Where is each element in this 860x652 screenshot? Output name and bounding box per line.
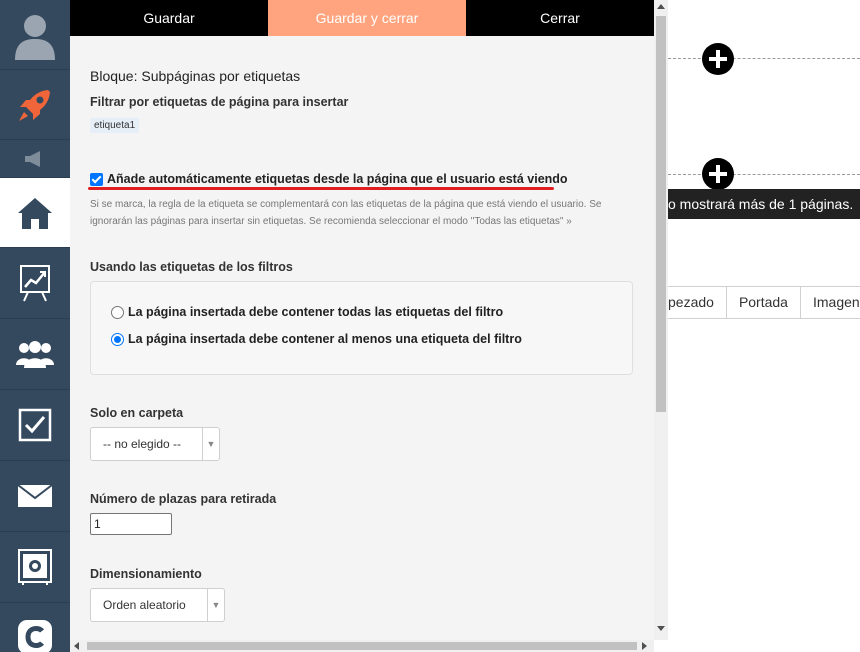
save-and-close-button[interactable]: Guardar y cerrar (268, 0, 466, 36)
radio-option-any[interactable]: La página insertada debe contener al men… (111, 332, 522, 346)
chart-board-icon (20, 265, 50, 302)
seats-label: Número de plazas para retirada (90, 492, 277, 506)
add-block-icon[interactable] (702, 158, 734, 190)
save-button[interactable]: Guardar (70, 0, 268, 36)
chevron-down-icon: ▼ (207, 589, 224, 621)
vertical-scroll-thumb[interactable] (656, 16, 666, 412)
sidebar (0, 0, 70, 652)
c-logo-icon (18, 620, 52, 652)
auto-tags-checkbox[interactable] (90, 172, 103, 186)
divider (668, 58, 860, 59)
background-tab[interactable]: Imagen (800, 286, 860, 319)
folder-label: Solo en carpeta (90, 406, 184, 420)
auto-tags-label[interactable]: Añade automáticamente etiquetas desde la… (107, 172, 568, 186)
panel-toolbar: Guardar Guardar y cerrar Cerrar (70, 0, 654, 36)
sidebar-item-users[interactable] (0, 319, 70, 390)
filter-tag-chip[interactable]: etiqueta1 (90, 118, 140, 133)
filter-tags-label: Filtrar por etiquetas de página para ins… (90, 95, 349, 109)
scroll-right-icon[interactable] (642, 642, 647, 650)
checkbox-icon (18, 408, 52, 442)
background-tab-row: pezado Portada Imagen (668, 286, 860, 319)
radio-all-tags[interactable] (111, 305, 124, 319)
auto-tags-help-text: Si se marca, la regla de la etiqueta se … (90, 199, 602, 227)
block-settings-panel: Guardar Guardar y cerrar Cerrar Bloque: … (70, 0, 654, 652)
add-block-icon[interactable] (702, 43, 734, 75)
megaphone-icon (25, 150, 40, 167)
dimension-label: Dimensionamiento (90, 567, 202, 581)
users-group-icon (16, 341, 54, 368)
divider (668, 174, 860, 175)
sidebar-item-tasks[interactable] (0, 390, 70, 461)
background-tab[interactable]: pezado (668, 286, 727, 319)
radio-all-label[interactable]: La página insertada debe contener todas … (128, 305, 503, 319)
sidebar-item-profile[interactable] (0, 0, 70, 70)
dimension-select[interactable]: Orden aleatorio ▼ (90, 588, 225, 622)
tag-mode-radio-group: La página insertada debe contener todas … (90, 281, 633, 375)
sidebar-item-c-app[interactable] (0, 603, 70, 652)
sidebar-item-launch[interactable] (0, 70, 70, 140)
highlight-underline (88, 187, 554, 190)
chevron-down-icon: ▼ (202, 428, 219, 460)
background-tab[interactable]: Portada (726, 286, 801, 319)
using-tags-label: Usando las etiquetas de los filtros (90, 260, 293, 274)
sidebar-item-statistics[interactable] (0, 248, 70, 319)
scroll-left-icon[interactable] (74, 642, 79, 650)
background-page: o mostrará más de 1 páginas. pezado Port… (668, 0, 860, 652)
notice-bar: o mostrará más de 1 páginas. (668, 189, 860, 219)
close-button[interactable]: Cerrar (466, 0, 654, 36)
dimension-select-value: Orden aleatorio (103, 598, 186, 612)
seats-input[interactable] (90, 513, 172, 535)
auto-tags-row: Añade automáticamente etiquetas desde la… (90, 172, 568, 186)
radio-any-label[interactable]: La página insertada debe contener al men… (128, 332, 522, 346)
rocket-icon (19, 89, 50, 121)
folder-select[interactable]: -- no elegido -- ▼ (90, 427, 220, 461)
block-title: Bloque: Subpáginas por etiquetas (90, 68, 301, 84)
safe-icon (18, 549, 52, 585)
envelope-icon (17, 484, 53, 507)
sidebar-item-vault[interactable] (0, 532, 70, 603)
sidebar-item-home[interactable] (0, 178, 70, 248)
horizontal-scroll-thumb[interactable] (87, 642, 637, 650)
user-avatar-icon (15, 14, 55, 60)
scroll-up-icon[interactable] (657, 4, 665, 9)
sidebar-item-messages[interactable] (0, 461, 70, 532)
radio-option-all[interactable]: La página insertada debe contener todas … (111, 305, 503, 319)
scroll-down-icon[interactable] (657, 626, 665, 631)
vertical-scrollbar[interactable] (654, 0, 668, 640)
sidebar-item-announcements[interactable] (0, 140, 70, 178)
folder-select-value: -- no elegido -- (103, 437, 182, 451)
home-icon (18, 197, 52, 229)
radio-any-tag[interactable] (111, 332, 124, 346)
horizontal-scrollbar[interactable] (70, 640, 654, 652)
